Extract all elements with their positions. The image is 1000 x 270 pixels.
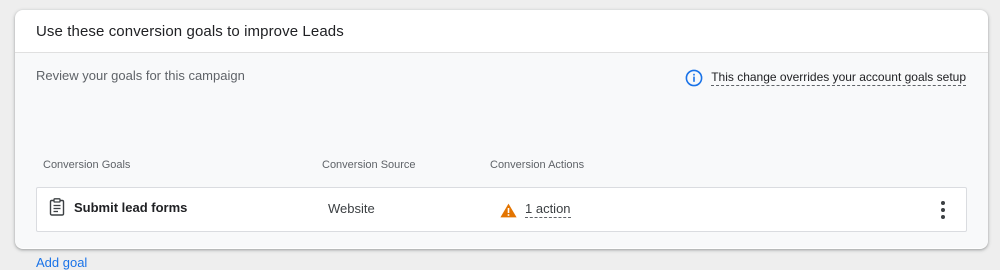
card-body: Review your goals for this campaign This… [15, 53, 988, 270]
goal-name: Submit lead forms [74, 200, 188, 215]
goal-actions-cell: 1 action [500, 201, 571, 218]
info-icon [685, 69, 703, 87]
card-subtitle: Review your goals for this campaign [36, 68, 245, 83]
conversion-actions-link[interactable]: 1 action [525, 201, 571, 218]
clipboard-icon [49, 198, 65, 216]
override-notice: This change overrides your account goals… [685, 69, 966, 87]
more-options-button[interactable] [934, 200, 952, 220]
column-header-source: Conversion Source [322, 159, 416, 171]
warning-icon [500, 203, 517, 218]
more-vert-icon [941, 201, 945, 205]
card-header: Use these conversion goals to improve Le… [15, 10, 988, 53]
goal-source: Website [328, 201, 375, 216]
table-row: Submit lead forms Website 1 action [36, 187, 967, 232]
column-header-actions: Conversion Actions [490, 159, 585, 171]
override-account-goals-link[interactable]: This change overrides your account goals… [711, 70, 966, 86]
table-header: Conversion Goals Conversion Source Conve… [43, 159, 983, 173]
conversion-goals-card: Use these conversion goals to improve Le… [15, 10, 988, 270]
column-header-goals: Conversion Goals [43, 159, 131, 171]
card-title: Use these conversion goals to improve Le… [36, 22, 344, 40]
